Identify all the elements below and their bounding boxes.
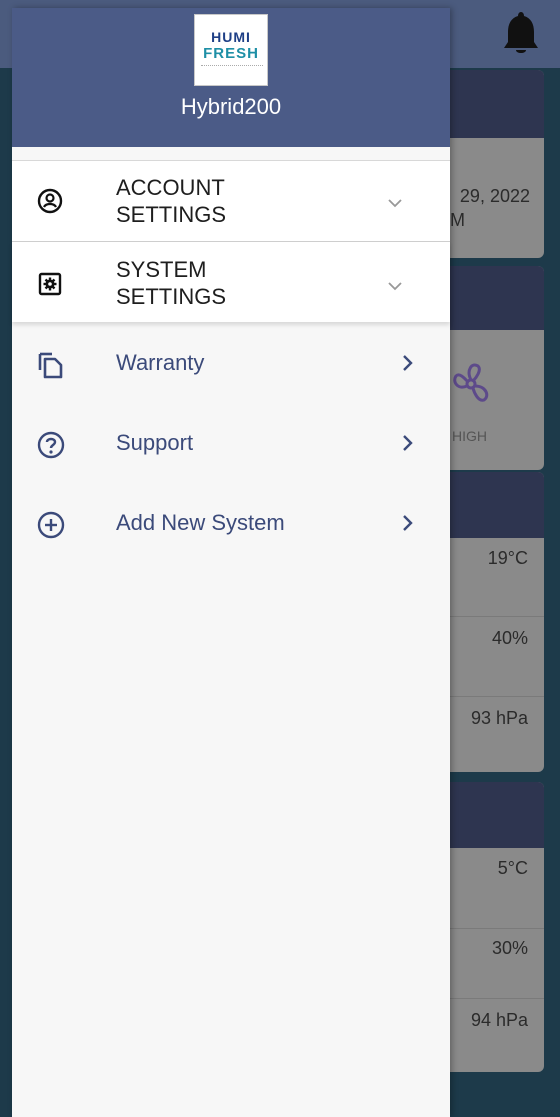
add-circle-icon: [37, 511, 65, 539]
warranty-label: Warranty: [116, 350, 205, 375]
menu-item-support[interactable]: Support: [12, 414, 450, 474]
account-settings-section[interactable]: ACCOUNT SETTINGS: [12, 160, 450, 242]
logo-text-fresh: FRESH: [203, 45, 259, 62]
menu-item-warranty[interactable]: Warranty: [12, 334, 450, 394]
chevron-right-icon: [403, 435, 413, 451]
logo-text-humi: HUMI: [211, 29, 251, 45]
system-name: Hybrid200: [180, 94, 282, 119]
chevron-down-icon: [388, 282, 402, 291]
chevron-right-icon: [403, 515, 413, 531]
drawer-header: HUMI FRESH Hybrid200: [12, 8, 450, 147]
add-new-system-label: Add New System: [116, 510, 285, 535]
copy-document-icon: [38, 352, 63, 379]
account-settings-label: ACCOUNT SETTINGS: [116, 175, 227, 227]
navigation-drawer: HUMI FRESH Hybrid200 ACCOUNT SETTINGS SY…: [12, 8, 450, 1117]
logo-tagline-line: [201, 65, 263, 69]
help-circle-icon: [37, 431, 65, 459]
account-circle-icon: [37, 188, 63, 214]
app-logo: HUMI FRESH: [194, 14, 268, 86]
support-label: Support: [116, 430, 194, 455]
settings-gear-icon: [38, 272, 62, 296]
chevron-down-icon: [388, 199, 402, 208]
system-settings-section[interactable]: SYSTEM SETTINGS: [12, 242, 450, 322]
menu-item-add-new-system[interactable]: Add New System: [12, 494, 450, 554]
chevron-right-icon: [403, 355, 413, 371]
system-settings-label: SYSTEM SETTINGS: [116, 257, 227, 309]
